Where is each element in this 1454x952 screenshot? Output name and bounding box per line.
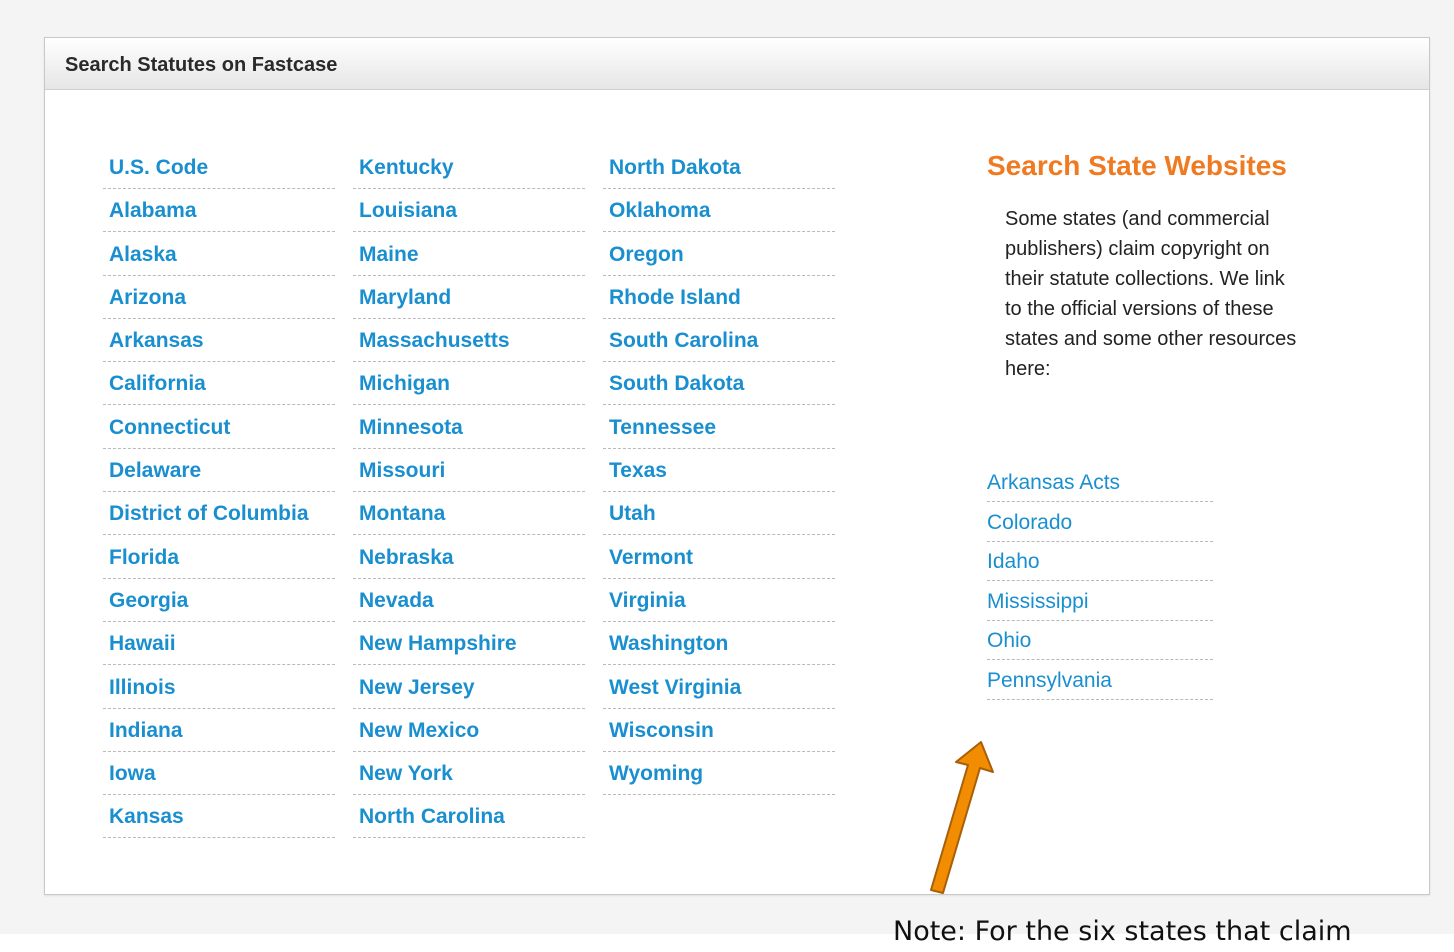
state-link-new-york[interactable]: New York: [353, 753, 585, 796]
annotation-note: Note: For the six states that claim: [893, 916, 1352, 947]
state-link-missouri[interactable]: Missouri: [353, 450, 585, 493]
state-link-arizona[interactable]: Arizona: [103, 277, 335, 319]
state-link-south-carolina[interactable]: South Carolina: [603, 320, 835, 363]
state-link-connecticut[interactable]: Connecticut: [103, 407, 335, 449]
state-link-north-dakota[interactable]: North Dakota: [603, 147, 835, 189]
state-link-new-mexico[interactable]: New Mexico: [353, 710, 585, 752]
state-link-delaware[interactable]: Delaware: [103, 450, 335, 493]
state-website-link-ohio[interactable]: Ohio: [987, 622, 1213, 661]
state-link-kansas[interactable]: Kansas: [103, 796, 335, 839]
panel-title: Search Statutes on Fastcase: [45, 38, 1429, 90]
statutes-panel: Search Statutes on Fastcase U.S. Code Ala…: [44, 37, 1430, 895]
state-link-wisconsin[interactable]: Wisconsin: [603, 710, 835, 752]
state-link-oregon[interactable]: Oregon: [603, 234, 835, 276]
state-link-vermont[interactable]: Vermont: [603, 537, 835, 579]
state-link-montana[interactable]: Montana: [353, 493, 585, 536]
state-website-link-idaho[interactable]: Idaho: [987, 543, 1213, 582]
state-link-rhode-island[interactable]: Rhode Island: [603, 277, 835, 319]
state-link-georgia[interactable]: Georgia: [103, 580, 335, 622]
state-link-louisiana[interactable]: Louisiana: [353, 190, 585, 233]
state-link-utah[interactable]: Utah: [603, 493, 835, 536]
state-link-nebraska[interactable]: Nebraska: [353, 537, 585, 579]
state-link-arkansas[interactable]: Arkansas: [103, 320, 335, 363]
state-link-south-dakota[interactable]: South Dakota: [603, 363, 835, 406]
state-link-grid: U.S. Code Alabama Alaska Arizona Arkansas Cal…: [103, 147, 835, 840]
state-link-minnesota[interactable]: Minnesota: [353, 407, 585, 449]
state-link-california[interactable]: California: [103, 363, 335, 406]
state-link-maryland[interactable]: Maryland: [353, 277, 585, 319]
state-link-west-virginia[interactable]: West Virginia: [603, 667, 835, 709]
state-websites-heading: Search State Websites: [987, 150, 1287, 181]
state-link-florida[interactable]: Florida: [103, 537, 335, 579]
state-link-alabama[interactable]: Alabama: [103, 190, 335, 233]
state-website-link-pennsylvania[interactable]: Pennsylvania: [987, 662, 1213, 700]
state-link-oklahoma[interactable]: Oklahoma: [603, 190, 835, 233]
state-column-1: U.S. Code Alabama Alaska Arizona Arkansas Cal…: [103, 147, 335, 840]
state-link-hawaii[interactable]: Hawaii: [103, 623, 335, 666]
state-column-2: Kentucky Louisiana Maine Maryland Massachuse…: [353, 147, 585, 840]
state-website-link-arkansas-acts[interactable]: Arkansas Acts: [987, 464, 1213, 502]
state-link-kentucky[interactable]: Kentucky: [353, 147, 585, 189]
state-link-new-hampshire[interactable]: New Hampshire: [353, 623, 585, 666]
state-website-links: Arkansas Acts Colorado Idaho Mississippi Ohi…: [987, 464, 1213, 702]
state-link-new-jersey[interactable]: New Jersey: [353, 667, 585, 709]
state-link-michigan[interactable]: Michigan: [353, 363, 585, 406]
state-link-nevada[interactable]: Nevada: [353, 580, 585, 622]
state-link-alaska[interactable]: Alaska: [103, 234, 335, 276]
state-column-3: North Dakota Oklahoma Oregon Rhode Island So…: [603, 147, 835, 840]
state-website-link-colorado[interactable]: Colorado: [987, 504, 1213, 542]
state-website-link-mississippi[interactable]: Mississippi: [987, 583, 1213, 621]
state-link-iowa[interactable]: Iowa: [103, 753, 335, 796]
state-link-north-carolina[interactable]: North Carolina: [353, 796, 585, 839]
state-link-wyoming[interactable]: Wyoming: [603, 753, 835, 796]
state-websites-section: Search State Websites Some states (and c…: [987, 148, 1317, 384]
state-link-indiana[interactable]: Indiana: [103, 710, 335, 752]
copyright-explanation: Some states (and commercial publishers) …: [1005, 208, 1297, 380]
state-link-maine[interactable]: Maine: [353, 234, 585, 276]
state-link-tennessee[interactable]: Tennessee: [603, 407, 835, 449]
state-link-massachusetts[interactable]: Massachusetts: [353, 320, 585, 363]
state-link-u-s-code[interactable]: U.S. Code: [103, 147, 335, 189]
state-link-illinois[interactable]: Illinois: [103, 667, 335, 709]
state-link-texas[interactable]: Texas: [603, 450, 835, 493]
state-link-virginia[interactable]: Virginia: [603, 580, 835, 622]
state-link-district-of-columbia[interactable]: District of Columbia: [103, 493, 335, 536]
state-link-washington[interactable]: Washington: [603, 623, 835, 666]
